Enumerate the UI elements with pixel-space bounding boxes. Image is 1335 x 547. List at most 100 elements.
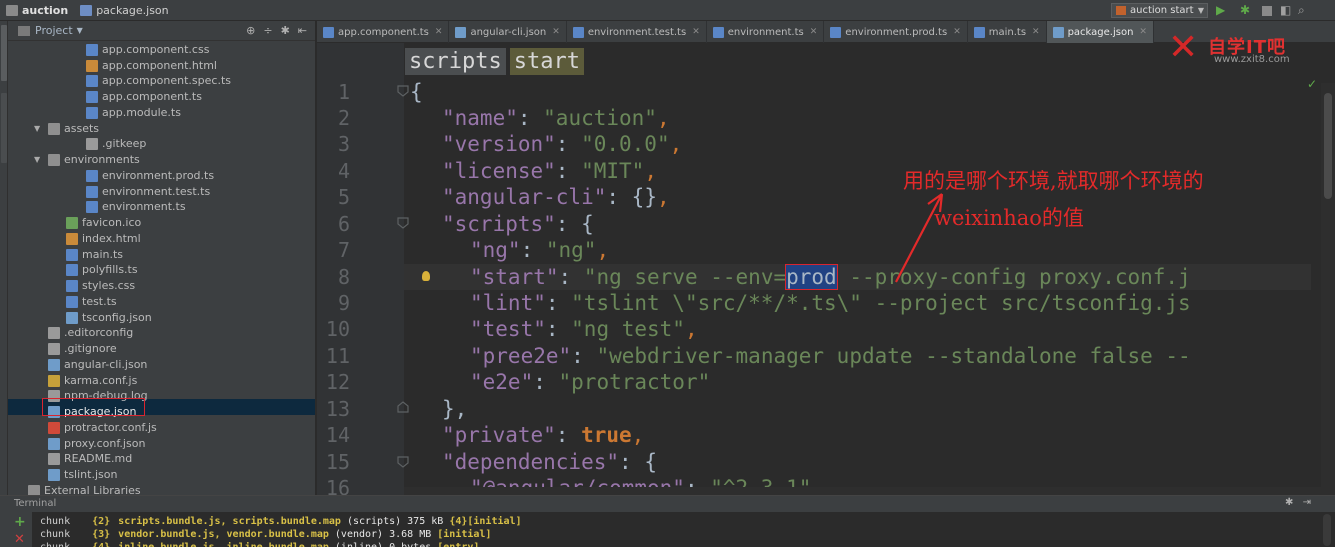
tree-item-protractor-conf-js[interactable]: protractor.conf.js: [48, 420, 157, 436]
ts-icon: [66, 296, 78, 308]
run-icon[interactable]: ▶: [1216, 3, 1225, 18]
lightbulb-icon[interactable]: [422, 271, 430, 281]
close-icon[interactable]: ✕: [953, 27, 961, 37]
tree-item-app-component-ts[interactable]: app.component.ts: [86, 89, 202, 105]
tree-item-app-component-css[interactable]: app.component.css: [86, 42, 209, 58]
tree-item-environments[interactable]: ▼ environments: [34, 152, 140, 168]
tree-item-label: proxy.conf.json: [64, 437, 146, 450]
close-icon[interactable]: ✕: [1032, 27, 1040, 37]
sync-icon[interactable]: ⊕: [246, 24, 255, 37]
line-number: 14: [325, 423, 350, 447]
inspection-ok-icon[interactable]: ✓: [1307, 77, 1317, 91]
chevron-down-icon[interactable]: ▼: [77, 26, 83, 35]
tree-item-gitignore[interactable]: .gitignore: [48, 341, 117, 357]
editor-horizontal-scrollbar[interactable]: [404, 487, 1321, 495]
run-configuration-select[interactable]: auction start ▼: [1111, 3, 1208, 18]
close-icon[interactable]: ✕: [552, 27, 560, 37]
tree-item-label: app.component.ts: [102, 90, 202, 103]
navigation-bar: auction package.json auction start ▼ ▶ ✱…: [0, 0, 1335, 21]
fold-marker-icon[interactable]: [397, 217, 409, 229]
tab-main-ts[interactable]: main.ts ✕: [968, 21, 1047, 43]
nav-crumb-file[interactable]: package.json: [74, 0, 174, 21]
tree-item-label: protractor.conf.js: [64, 421, 157, 434]
tree-item-app-component-spec-ts[interactable]: app.component.spec.ts: [86, 73, 231, 89]
tree-item-app-module-ts[interactable]: app.module.ts: [86, 105, 181, 121]
tree-item-proxy-conf-json[interactable]: proxy.conf.json: [48, 436, 145, 452]
tree-item-karma-conf-js[interactable]: karma.conf.js: [48, 373, 137, 389]
debug-icon[interactable]: ✱: [1240, 3, 1250, 18]
ts-file-icon: [572, 26, 584, 38]
text-icon: [48, 343, 60, 355]
ts-icon: [86, 186, 98, 198]
nav-crumb-project[interactable]: auction: [0, 0, 74, 21]
npm-icon: [1116, 6, 1126, 15]
search-icon[interactable]: ⌕: [1298, 3, 1305, 18]
tree-item-editorconfig[interactable]: .editorconfig: [48, 325, 133, 341]
tree-item-index-html[interactable]: index.html: [66, 231, 141, 247]
tree-item-tslint-json[interactable]: tslint.json: [48, 467, 117, 483]
terminal-line: chunk {2} scripts.bundle.js, scripts.bundl…: [40, 516, 522, 527]
close-icon[interactable]: ✕: [435, 27, 443, 37]
tree-item-angular-cli-json[interactable]: angular-cli.json: [48, 357, 147, 373]
tree-item-tsconfig-json[interactable]: tsconfig.json: [66, 310, 152, 326]
tab-environment-test-ts[interactable]: environment.test.ts ✕: [567, 21, 707, 43]
editor-vertical-scrollbar[interactable]: [1321, 83, 1335, 495]
terminal-scrollbar[interactable]: [1323, 514, 1331, 546]
fold-marker-icon[interactable]: [397, 85, 409, 97]
stop-icon[interactable]: [1262, 6, 1272, 16]
hide-icon[interactable]: ⇥: [1303, 497, 1311, 508]
tab-environment-prod-ts[interactable]: environment.prod.ts ✕: [824, 21, 968, 43]
chevron-down-icon[interactable]: ▼: [34, 121, 44, 137]
collapse-icon[interactable]: ÷: [263, 24, 272, 37]
tab-angular-cli-json[interactable]: angular-cli.json ✕: [449, 21, 567, 43]
tree-item-polyfills-ts[interactable]: polyfills.ts: [66, 262, 138, 278]
tree-item-environment-test-ts[interactable]: environment.test.ts: [86, 184, 210, 200]
js-icon: [48, 375, 60, 387]
tree-item-styles-css[interactable]: styles.css: [66, 278, 135, 294]
tree-item-main-ts[interactable]: main.ts: [66, 247, 123, 263]
tree-item-environment-ts[interactable]: environment.ts: [86, 199, 186, 215]
code-editor[interactable]: scripts start 1 2 3 4 5 6 7 8 9 10 11 12 13 14 15 16 { …: [317, 43, 1335, 495]
fold-marker-icon[interactable]: [397, 401, 409, 413]
breadcrumb-start[interactable]: start: [509, 48, 584, 75]
structure-tool-tab[interactable]: [1, 93, 7, 163]
scrollbar-thumb[interactable]: [1324, 93, 1332, 199]
tree-item-test-ts[interactable]: test.ts: [66, 294, 117, 310]
close-icon[interactable]: ✕: [810, 27, 818, 37]
ts-icon: [86, 201, 98, 213]
tree-item-label: .gitignore: [64, 342, 117, 355]
breadcrumb-scripts[interactable]: scripts: [405, 48, 506, 75]
tree-item-label: app.module.ts: [102, 106, 181, 119]
tab-environment-ts[interactable]: environment.ts ✕: [707, 21, 825, 43]
fold-marker-icon[interactable]: [397, 456, 409, 468]
close-icon[interactable]: ✕: [1139, 27, 1147, 37]
close-icon[interactable]: ✕: [692, 27, 700, 37]
chevron-down-icon[interactable]: ▼: [34, 152, 44, 168]
coverage-icon[interactable]: ◧: [1280, 3, 1291, 18]
tree-item-favicon-ico[interactable]: favicon.ico: [66, 215, 141, 231]
tree-item-label: main.ts: [82, 248, 124, 261]
tree-item-gitkeep[interactable]: .gitkeep: [86, 136, 146, 152]
tree-item-label: app.component.css: [102, 43, 210, 56]
line-number: 3: [337, 132, 350, 156]
json-icon: [66, 312, 78, 324]
tab-app-component-ts[interactable]: app.component.ts ✕: [317, 21, 450, 43]
code-line-9: "lint": "tslint \"src/**/*.ts\" --projec…: [470, 291, 1191, 315]
new-session-icon[interactable]: +: [14, 514, 26, 530]
tab-package-json[interactable]: package.json ✕: [1046, 21, 1154, 43]
tree-item-external-libraries[interactable]: External Libraries: [28, 483, 141, 495]
tree-item-assets[interactable]: ▼ assets: [34, 121, 99, 137]
line-number: 6: [337, 212, 350, 236]
hide-icon[interactable]: ⇤: [298, 24, 307, 37]
annotation-line-2: weixinhao的值: [934, 206, 1084, 230]
terminal-panel[interactable]: Terminal ✱ ⇥ + ✕ chunk {2} scripts.bundle.…: [0, 495, 1335, 547]
line-number: 16: [325, 476, 350, 495]
ts-icon: [86, 170, 98, 182]
gear-icon[interactable]: ✱: [1285, 497, 1293, 508]
tree-item-environment-prod-ts[interactable]: environment.prod.ts: [86, 168, 214, 184]
tree-item-app-component-html[interactable]: app.component.html: [86, 58, 217, 74]
tree-item-readme-md[interactable]: README.md: [48, 451, 132, 467]
gear-icon[interactable]: ✱: [281, 24, 290, 37]
project-tool-tab[interactable]: [1, 25, 7, 81]
close-session-icon[interactable]: ✕: [14, 532, 25, 547]
